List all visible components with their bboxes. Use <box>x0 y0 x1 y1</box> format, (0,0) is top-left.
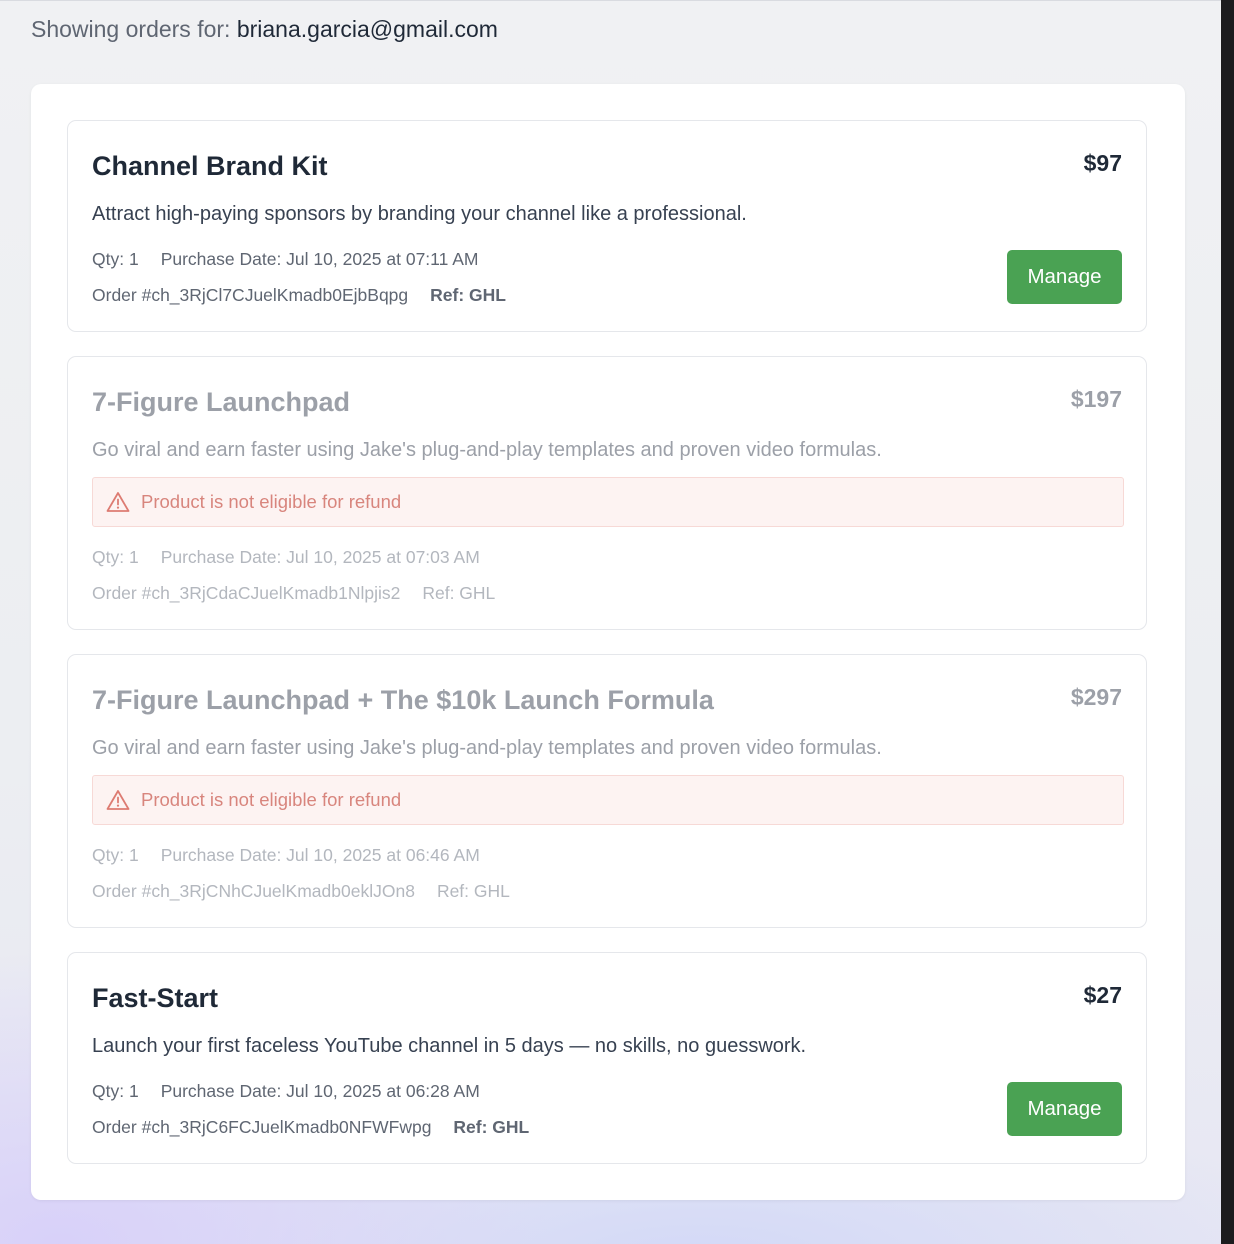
order-meta-row: Qty: 1 Purchase Date: Jul 10, 2025 at 06:… <box>92 845 480 866</box>
refund-ineligible-alert: Product is not eligible for refund <box>92 775 1124 825</box>
order-price: $297 <box>1070 684 1122 710</box>
order-id-row: Order #ch_3RjCl7CJuelKmadb0EjbBqpg Ref: G… <box>92 285 506 306</box>
order-meta-row: Qty: 1 Purchase Date: Jul 10, 2025 at 07:… <box>92 249 478 270</box>
order-qty: Qty: 1 <box>92 547 139 567</box>
order-purchase-date: Purchase Date: Jul 10, 2025 at 06:28 AM <box>160 1081 480 1101</box>
order-purchase-date: Purchase Date: Jul 10, 2025 at 06:46 AM <box>160 845 480 865</box>
order-price: $97 <box>1083 150 1122 176</box>
order-qty: Qty: 1 <box>92 845 139 865</box>
order-id-row: Order #ch_3RjCdaCJuelKmadb1Nlpjis2 Ref: G… <box>92 583 495 604</box>
warning-triangle-icon <box>106 790 130 810</box>
order-ref: Ref: GHL <box>436 881 510 901</box>
showing-orders-prefix: Showing orders for: <box>31 16 237 42</box>
order-ref: Ref: GHL <box>453 1117 530 1137</box>
manage-button[interactable]: Manage <box>1007 1082 1122 1136</box>
order-card: 7-Figure Launchpad $197 Go viral and ear… <box>67 356 1147 630</box>
order-id-row: Order #ch_3RjC6FCJuelKmadb0NFWFwpg Ref: G… <box>92 1117 529 1138</box>
order-ref: Ref: GHL <box>430 285 506 305</box>
order-id-row: Order #ch_3RjCNhCJuelKmadb0eklJOn8 Ref: G… <box>92 881 510 902</box>
order-id: Order #ch_3RjCNhCJuelKmadb0eklJOn8 <box>92 881 415 901</box>
order-card: 7-Figure Launchpad + The $10k Launch For… <box>67 654 1147 928</box>
customer-email: briana.garcia@gmail.com <box>236 16 498 42</box>
order-purchase-date: Purchase Date: Jul 10, 2025 at 07:11 AM <box>160 249 479 269</box>
order-qty: Qty: 1 <box>92 1081 139 1101</box>
order-title: 7-Figure Launchpad + The $10k Launch For… <box>92 685 714 715</box>
order-card: Channel Brand Kit $97 Attract high-payin… <box>67 120 1147 332</box>
showing-orders-label: Showing orders for: briana.garcia@gmail.… <box>31 16 498 43</box>
order-title: 7-Figure Launchpad <box>92 387 351 417</box>
order-card: Fast-Start $27 Launch your first faceles… <box>67 952 1147 1164</box>
order-meta-row: Qty: 1 Purchase Date: Jul 10, 2025 at 07:… <box>92 547 480 568</box>
window-edge <box>1221 0 1234 1244</box>
order-price: $197 <box>1070 386 1122 412</box>
order-qty: Qty: 1 <box>92 249 139 269</box>
order-description: Attract high-paying sponsors by branding… <box>92 203 747 225</box>
alert-text: Product is not eligible for refund <box>141 491 402 512</box>
order-description: Launch your first faceless YouTube chann… <box>92 1035 807 1057</box>
orders-panel: Channel Brand Kit $97 Attract high-payin… <box>31 84 1185 1200</box>
order-title: Channel Brand Kit <box>92 151 328 181</box>
order-meta-row: Qty: 1 Purchase Date: Jul 10, 2025 at 06:… <box>92 1081 480 1102</box>
order-id: Order #ch_3RjCl7CJuelKmadb0EjbBqpg <box>92 285 409 305</box>
warning-triangle-icon <box>106 492 130 512</box>
order-id: Order #ch_3RjCdaCJuelKmadb1Nlpjis2 <box>92 583 401 603</box>
refund-ineligible-alert: Product is not eligible for refund <box>92 477 1124 527</box>
order-purchase-date: Purchase Date: Jul 10, 2025 at 07:03 AM <box>160 547 480 567</box>
order-title: Fast-Start <box>92 983 219 1013</box>
alert-text: Product is not eligible for refund <box>141 789 402 810</box>
manage-button[interactable]: Manage <box>1007 250 1122 304</box>
order-description: Go viral and earn faster using Jake's pl… <box>92 439 882 461</box>
order-ref: Ref: GHL <box>422 583 496 603</box>
order-price: $27 <box>1083 982 1122 1008</box>
order-id: Order #ch_3RjC6FCJuelKmadb0NFWFwpg <box>92 1117 432 1137</box>
order-description: Go viral and earn faster using Jake's pl… <box>92 737 882 759</box>
